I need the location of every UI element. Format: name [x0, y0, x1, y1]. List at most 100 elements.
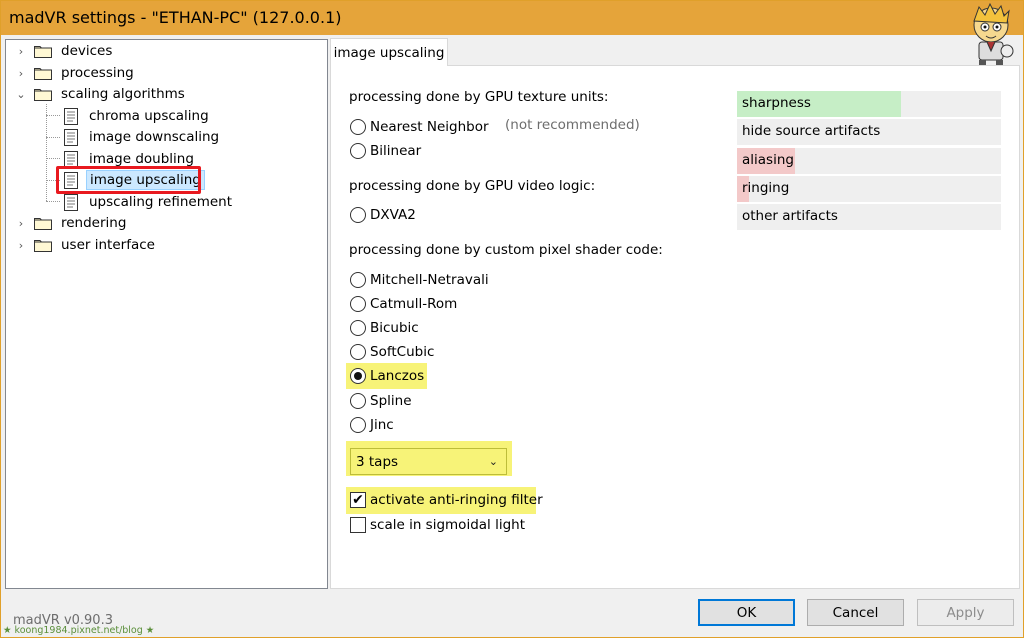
folder-icon [34, 238, 52, 252]
radio-button[interactable] [350, 143, 366, 159]
apply-button[interactable]: Apply [917, 599, 1014, 626]
tree-item-user-interface[interactable]: › user interface [16, 235, 158, 255]
radio-label: Mitchell-Netravali [370, 272, 489, 288]
tree-item-label: devices [61, 43, 113, 59]
tab-image-upscaling[interactable]: image upscaling [330, 38, 448, 66]
chevron-right-icon[interactable]: › [16, 45, 26, 58]
radio-label: SoftCubic [370, 344, 435, 360]
tree-connector [46, 104, 47, 201]
tree-connector [46, 137, 60, 138]
tree-connector [46, 201, 60, 202]
radio-button-selected[interactable] [350, 368, 366, 384]
chevron-right-icon[interactable]: › [16, 217, 26, 230]
legend-row-other-artifacts: other artifacts [737, 204, 1001, 230]
radio-label: Jinc [370, 417, 394, 433]
radio-bicubic[interactable]: Bicubic [350, 318, 419, 338]
cancel-button[interactable]: Cancel [807, 599, 904, 626]
document-icon [64, 193, 78, 211]
legend-row-aliasing: aliasing [737, 148, 1001, 174]
tree-item-devices[interactable]: › devices [16, 41, 115, 61]
radio-button[interactable] [350, 393, 366, 409]
tree-item-label: processing [61, 65, 134, 81]
anti-ringing-checkbox-row[interactable]: ✔ activate anti-ringing filter [350, 490, 543, 510]
legend-label: ringing [742, 180, 790, 196]
legend-row-sharpness: sharpness [737, 91, 1001, 117]
taps-dropdown[interactable]: 3 taps ⌄ [350, 448, 507, 475]
radio-nearest-neighbor[interactable]: Nearest Neighbor [350, 117, 489, 137]
tree-item-label: image downscaling [89, 129, 220, 145]
legend-row-ringing: ringing [737, 176, 1001, 202]
legend-row-hide-source-artifacts: hide source artifacts [737, 119, 1001, 145]
tab-label: image upscaling [333, 44, 445, 61]
checkbox-label: scale in sigmoidal light [370, 517, 525, 533]
folder-icon [34, 44, 52, 58]
radio-mitchell-netravali[interactable]: Mitchell-Netravali [350, 270, 489, 290]
radio-button[interactable] [350, 207, 366, 223]
tree-item-image-downscaling[interactable]: image downscaling [64, 127, 222, 147]
radio-label: DXVA2 [370, 207, 416, 223]
document-icon [64, 128, 78, 146]
folder-icon [34, 66, 52, 80]
legend-label: sharpness [742, 95, 811, 111]
radio-label: Catmull-Rom [370, 296, 458, 312]
tree-item-label: upscaling refinement [89, 194, 233, 210]
tree-item-rendering[interactable]: › rendering [16, 213, 129, 233]
radio-button[interactable] [350, 272, 366, 288]
tree-item-scaling-algorithms[interactable]: ⌄ scaling algorithms [16, 84, 188, 104]
chevron-down-icon[interactable]: ⌄ [16, 88, 26, 101]
ok-button-label: OK [736, 604, 757, 621]
window-title: madVR settings - "ETHAN-PC" (127.0.0.1) [9, 8, 342, 27]
radio-catmull-rom[interactable]: Catmull-Rom [350, 294, 457, 314]
radio-dxva2[interactable]: DXVA2 [350, 205, 416, 225]
radio-label: Bilinear [370, 143, 422, 159]
mascot-avatar-icon [973, 2, 1014, 65]
tree-item-label: scaling algorithms [61, 86, 185, 102]
document-icon [64, 107, 78, 125]
radio-bilinear[interactable]: Bilinear [350, 141, 421, 161]
title-bar[interactable]: madVR settings - "ETHAN-PC" (127.0.0.1) [1, 1, 1023, 35]
checkbox-label: activate anti-ringing filter [370, 492, 543, 508]
legend-label: aliasing [742, 152, 794, 168]
tree-item-label: rendering [61, 215, 127, 231]
chevron-down-icon: ⌄ [488, 455, 498, 468]
radio-button[interactable] [350, 417, 366, 433]
group-label-texture-units: processing done by GPU texture units: [349, 89, 609, 105]
sigmoidal-light-checkbox-row[interactable]: scale in sigmoidal light [350, 515, 525, 535]
madvr-settings-window: madVR settings - "ETHAN-PC" (127.0.0.1) … [0, 0, 1024, 638]
radio-button[interactable] [350, 320, 366, 336]
radio-label: Nearest Neighbor [370, 119, 489, 135]
tree-connector [46, 158, 60, 159]
radio-button[interactable] [350, 296, 366, 312]
checkbox-checked[interactable]: ✔ [350, 492, 366, 508]
folder-open-icon [34, 87, 52, 101]
settings-tree[interactable]: › devices › processing ⌄ scaling algorit… [5, 39, 328, 589]
watermark-text: ★ koong1984.pixnet.net/blog ★ [3, 625, 155, 636]
group-label-video-logic: processing done by GPU video logic: [349, 178, 596, 194]
radio-lanczos[interactable]: Lanczos [350, 366, 424, 386]
tree-item-label: user interface [61, 237, 155, 253]
radio-button[interactable] [350, 119, 366, 135]
not-recommended-note: (not recommended) [505, 117, 640, 133]
radio-softcubic[interactable]: SoftCubic [350, 342, 434, 362]
tree-item-upscaling-refinement[interactable]: upscaling refinement [64, 192, 235, 212]
radio-spline[interactable]: Spline [350, 391, 412, 411]
radio-jinc[interactable]: Jinc [350, 415, 394, 435]
taps-dropdown-value: 3 taps [356, 453, 399, 470]
tree-item-chroma-upscaling[interactable]: chroma upscaling [64, 106, 212, 126]
radio-label: Spline [370, 393, 412, 409]
radio-label: Lanczos [370, 368, 425, 384]
apply-button-label: Apply [946, 604, 985, 621]
checkbox-unchecked[interactable] [350, 517, 366, 533]
tree-connector [46, 115, 60, 116]
legend-label: other artifacts [742, 208, 838, 224]
ok-button[interactable]: OK [698, 599, 795, 626]
chevron-right-icon[interactable]: › [16, 67, 26, 80]
radio-label: Bicubic [370, 320, 419, 336]
radio-button[interactable] [350, 344, 366, 360]
chevron-right-icon[interactable]: › [16, 239, 26, 252]
tree-item-processing[interactable]: › processing [16, 63, 137, 83]
folder-icon [34, 216, 52, 230]
tree-item-label: chroma upscaling [89, 108, 209, 124]
cancel-button-label: Cancel [832, 604, 879, 621]
document-icon [64, 150, 78, 168]
